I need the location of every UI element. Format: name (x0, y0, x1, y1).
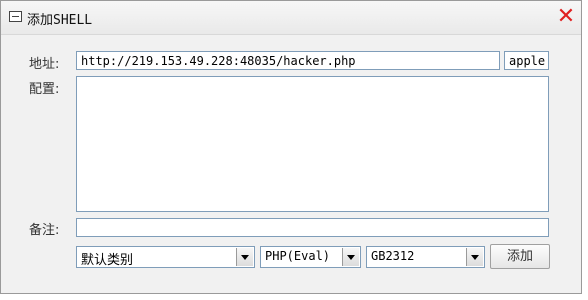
window-icon (9, 11, 22, 22)
title-bar: 添加SHELL ✕ (1, 1, 581, 35)
close-icon[interactable]: ✕ (555, 4, 577, 30)
password-input[interactable]: apple (504, 51, 549, 70)
encoding-select-value: GB2312 (371, 249, 415, 263)
encoding-select[interactable]: GB2312 (366, 246, 485, 268)
address-label: 地址: (29, 57, 60, 72)
add-button[interactable]: 添加 (490, 244, 550, 269)
note-label: 备注: (29, 223, 60, 238)
dialog-title: 添加SHELL (27, 13, 93, 28)
add-shell-dialog: 添加SHELL ✕ 地址: http://219.153.49.228:4803… (0, 0, 582, 294)
chevron-down-icon[interactable] (466, 248, 483, 266)
chevron-down-icon[interactable] (342, 248, 359, 266)
script-type-select-value: PHP(Eval) (265, 249, 331, 263)
config-label: 配置: (29, 82, 60, 97)
category-select-value: 默认类别 (81, 253, 134, 268)
chevron-down-icon[interactable] (236, 248, 253, 266)
category-select[interactable]: 默认类别 (76, 246, 255, 268)
script-type-select[interactable]: PHP(Eval) (260, 246, 361, 268)
config-textarea[interactable] (76, 76, 549, 212)
address-input[interactable]: http://219.153.49.228:48035/hacker.php (76, 51, 500, 70)
note-input[interactable] (76, 218, 549, 237)
